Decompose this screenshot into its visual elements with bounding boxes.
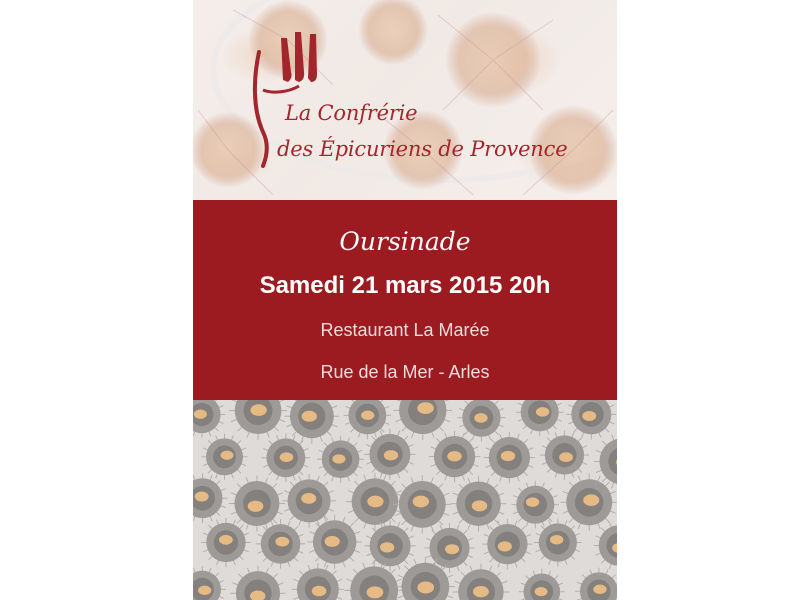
- logo-line-1: La Confrérie: [285, 101, 418, 125]
- venue-name: Restaurant La Marée: [320, 320, 490, 340]
- event-date: Samedi 21 mars 2015 20h: [259, 272, 551, 299]
- bottom-urchin-photo: [193, 400, 617, 600]
- event-banner: Oursinade Samedi 21 mars 2015 20h Restau…: [193, 200, 617, 400]
- logo-line-2: des Épicuriens de Provence: [277, 137, 568, 161]
- top-urchin-photo: La Confrérie des Épicuriens de Provence: [193, 0, 617, 200]
- event-title: Oursinade: [339, 227, 471, 256]
- venue-address: Rue de la Mer - Arles: [320, 362, 490, 382]
- event-flyer: La Confrérie des Épicuriens de Provence …: [193, 0, 617, 600]
